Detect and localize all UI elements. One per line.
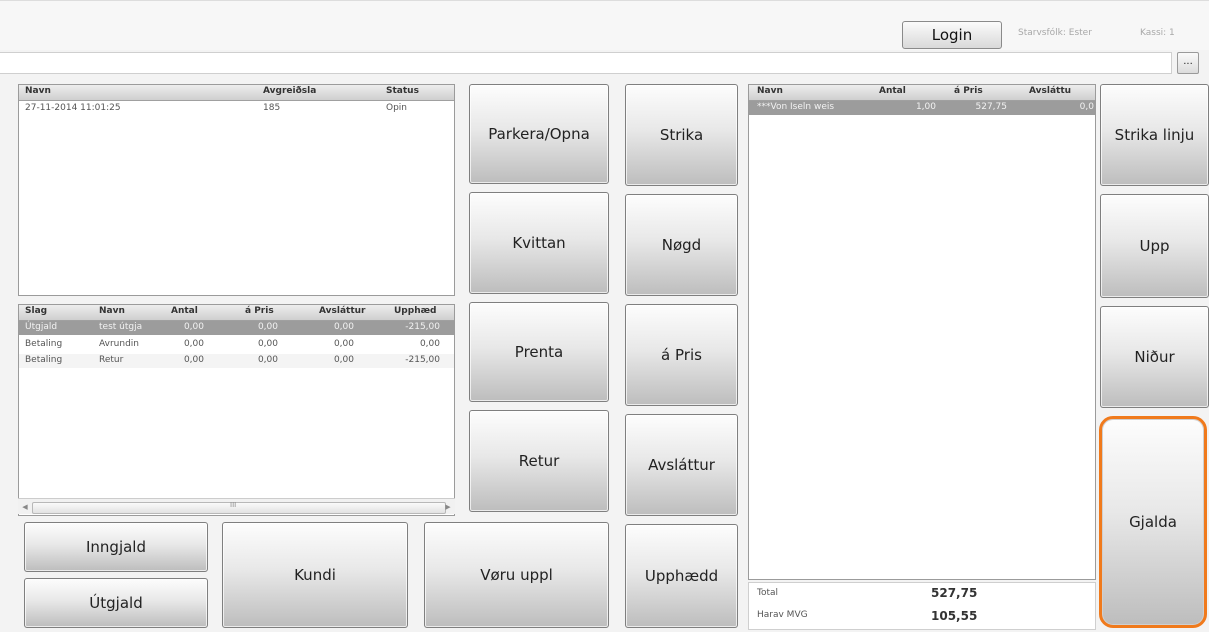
payment-pris: 0,00 [257, 322, 278, 332]
column-header-pris[interactable]: á Pris [245, 306, 274, 316]
total-label: Total [757, 588, 779, 598]
voru-uppl-button[interactable]: Vøru uppl [424, 522, 609, 628]
register-label: Kassi: 1 [1140, 28, 1175, 38]
upp-button[interactable]: Upp [1100, 194, 1209, 298]
payment-upphaed: -215,00 [405, 322, 440, 332]
barcode-input[interactable] [0, 52, 1172, 74]
column-header-status[interactable]: Status [386, 86, 419, 96]
payments-grid-header: Slag Navn Antal á Pris Avsláttur Upphæd [19, 305, 454, 321]
item-row[interactable]: ***Von Iseln weis 1,00 527,75 0,0 [749, 101, 1095, 115]
gjalda-button[interactable]: Gjalda [1099, 416, 1207, 628]
strika-button[interactable]: Strika [625, 84, 738, 186]
payment-avslattur: 0,00 [333, 339, 354, 349]
scroll-right-icon[interactable]: ▶ [443, 501, 453, 513]
strika-linju-button[interactable]: Strika linju [1100, 84, 1209, 186]
payment-navn: Avrundin [99, 339, 139, 349]
column-header-avslattur[interactable]: Avsláttur [319, 306, 365, 316]
sale-avgreidsla: 185 [263, 103, 281, 113]
payment-row[interactable]: Betaling Retur 0,00 0,00 0,00 -215,00 [19, 354, 454, 368]
column-header-avgreidsla[interactable]: Avgreiðsla [263, 86, 316, 96]
payment-row[interactable]: Útgjald test útgja 0,00 0,00 0,00 -215,0… [19, 321, 454, 335]
payment-pris: 0,00 [257, 355, 278, 365]
upphaedd-button[interactable]: Upphædd [625, 524, 738, 628]
payment-navn: Retur [99, 355, 124, 365]
payment-antal: 0,00 [183, 339, 204, 349]
column-header-antal[interactable]: Antal [879, 86, 906, 96]
payment-pris: 0,00 [257, 339, 278, 349]
nidur-button[interactable]: Niður [1100, 306, 1209, 408]
horizontal-scrollbar[interactable]: ◀ III ▶ [18, 498, 455, 514]
payment-avslattur: 0,00 [333, 355, 354, 365]
item-antal: 1,00 [915, 102, 936, 112]
column-header-navn[interactable]: Navn [99, 306, 125, 316]
avslattur-button[interactable]: Avsláttur [625, 414, 738, 516]
totals-panel: Total 527,75 Harav MVG 105,55 [748, 582, 1096, 630]
kundi-button[interactable]: Kundi [222, 522, 408, 628]
sales-grid-header: Navn Avgreiðsla Status [19, 85, 454, 101]
sale-navn: 27-11-2014 11:01:25 [25, 103, 121, 113]
payment-slag: Betaling [25, 355, 63, 365]
a-pris-button[interactable]: á Pris [625, 304, 738, 406]
inngjald-button[interactable]: Inngjald [24, 522, 208, 572]
parkera-opna-button[interactable]: Parkera/Opna [469, 84, 609, 184]
items-grid-header: Navn Antal á Pris Avsláttu [749, 85, 1095, 101]
item-avslattur: 0,0 [1079, 102, 1094, 112]
column-header-upphaed[interactable]: Upphæd [394, 306, 436, 316]
total-value: 527,75 [931, 586, 978, 600]
nogd-button[interactable]: Nøgd [625, 194, 738, 296]
payment-slag: Útgjald [25, 322, 58, 332]
column-header-avslattur[interactable]: Avsláttu [1029, 86, 1071, 96]
kvittan-button[interactable]: Kvittan [469, 192, 609, 294]
staff-label: Starvsfólk: Ester [1018, 28, 1092, 38]
payment-antal: 0,00 [183, 355, 204, 365]
prenta-button[interactable]: Prenta [469, 302, 609, 402]
retur-button[interactable]: Retur [469, 410, 609, 512]
payments-grid: Slag Navn Antal á Pris Avsláttur Upphæd … [18, 304, 455, 516]
scrollbar-thumb[interactable]: III [32, 501, 446, 514]
column-header-navn[interactable]: Navn [757, 86, 783, 96]
column-header-slag[interactable]: Slag [25, 306, 47, 316]
item-pris: 527,75 [975, 102, 1008, 112]
column-header-navn[interactable]: Navn [25, 86, 51, 96]
browse-button[interactable]: ... [1177, 52, 1199, 74]
scroll-left-icon[interactable]: ◀ [20, 501, 30, 513]
column-header-antal[interactable]: Antal [171, 306, 198, 316]
payment-slag: Betaling [25, 339, 63, 349]
sale-status: Opin [386, 103, 408, 113]
sales-grid: Navn Avgreiðsla Status 27-11-2014 11:01:… [18, 84, 455, 296]
payment-row[interactable]: Betaling Avrundin 0,00 0,00 0,00 0,00 [19, 338, 454, 352]
payment-navn: test útgja [99, 322, 143, 332]
sales-row[interactable]: 27-11-2014 11:01:25 185 Opin [19, 102, 454, 116]
payment-upphaed: 0,00 [419, 339, 440, 349]
vat-value: 105,55 [931, 609, 978, 623]
login-button[interactable]: Login [902, 21, 1002, 49]
vat-label: Harav MVG [757, 610, 808, 620]
payment-upphaed: -215,00 [405, 355, 440, 365]
item-navn: ***Von Iseln weis [757, 102, 835, 112]
payment-avslattur: 0,00 [333, 322, 354, 332]
payment-antal: 0,00 [183, 322, 204, 332]
column-header-pris[interactable]: á Pris [954, 86, 983, 96]
top-bar [0, 0, 1209, 50]
items-grid: Navn Antal á Pris Avsláttu ***Von Iseln … [748, 84, 1096, 580]
scroll-grip-icon: III [230, 501, 237, 509]
utgjald-button[interactable]: Útgjald [24, 578, 208, 628]
